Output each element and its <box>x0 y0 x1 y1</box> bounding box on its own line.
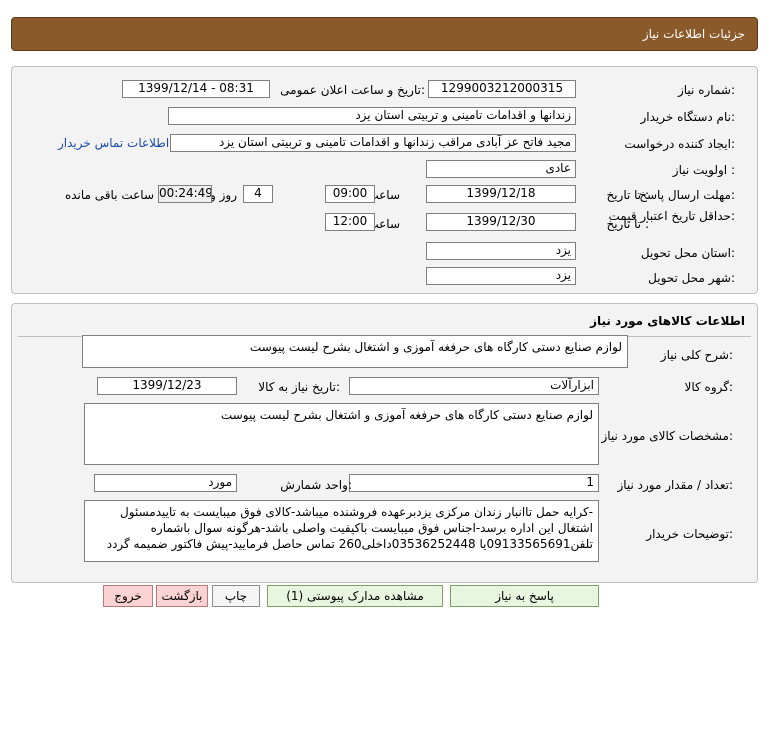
page-title: جزئیات اطلاعات نیاز <box>642 27 745 41</box>
goods-section-title: اطلاعات کالاهای مورد نیاز <box>590 314 745 328</box>
buyer-contact-link[interactable]: اطلاعات تماس خریدار <box>58 136 169 150</box>
deadline-date-field: 1399/12/18 <box>426 185 576 203</box>
buyer-field: زندانها و اقدامات تامینی و تربیتی استان … <box>168 107 576 125</box>
priority-label: اولویت نیاز : <box>672 163 735 177</box>
city-field: یزد <box>426 267 576 285</box>
announce-field: 1399/12/14 - 08:31 <box>122 80 270 98</box>
announce-label: تاریخ و ساعت اعلان عمومی: <box>280 83 425 97</box>
exit-button[interactable]: خروج <box>103 585 153 607</box>
validity-to-date-label: تا تاریخ : <box>606 217 649 231</box>
back-button[interactable]: بازگشت <box>156 585 208 607</box>
need-date-field: 1399/12/23 <box>97 377 237 395</box>
validity-time-field: 12:00 <box>325 213 375 231</box>
buyer-label: نام دستگاه خریدار: <box>640 110 736 124</box>
deadline-to-date-label: تا تاریخ : <box>606 188 649 202</box>
unit-field: مورد <box>94 474 237 492</box>
requester-field: مجید فاتح عز آبادی مراقب زندانها و اقدام… <box>170 134 576 152</box>
need-date-label: تاریخ نیاز به کالا: <box>258 380 340 394</box>
remaining-label: ساعت باقی مانده <box>64 188 154 202</box>
unit-label: واحد شمارش: <box>280 478 352 492</box>
goods-group-label: گروه کالا: <box>684 380 734 394</box>
view-attachments-button[interactable]: مشاهده مدارک پیوستی (1) <box>267 585 443 607</box>
days-label: روز و <box>210 188 237 202</box>
goods-group-field: ابزارآلات <box>349 377 599 395</box>
specs-label: مشخصات کالای مورد نیاز: <box>601 429 733 443</box>
need-number-field: 1299003212000315 <box>428 80 576 98</box>
deadline-time-field: 09:00 <box>325 185 375 203</box>
buyer-notes-line-1: -کرایه حمل تاانبار زندان مرکزی یزدبرعهده… <box>120 505 593 519</box>
page-header: جزئیات اطلاعات نیاز <box>11 17 758 51</box>
requester-label: ایجاد کننده درخواست: <box>624 137 735 151</box>
buyer-notes-line-2: اشتغال این اداره برسد-اجناس فوق میبایست … <box>150 521 593 535</box>
quantity-label: تعداد / مقدار مورد نیاز: <box>617 478 733 492</box>
need-number-label: شماره نیاز: <box>677 83 735 97</box>
general-desc-field: لوازم صنایع دستی کارگاه های حرفغه آموزی … <box>82 335 628 368</box>
print-button[interactable]: چاپ <box>212 585 260 607</box>
province-label: استان محل تحویل: <box>640 246 735 260</box>
validity-date-field: 1399/12/30 <box>426 213 576 231</box>
days-remaining-field: 4 <box>243 185 273 203</box>
specs-field: لوازم صنایع دستی کارگاه های حرفغه آموزی … <box>84 403 599 465</box>
city-label: شهر محل تحویل: <box>648 271 735 285</box>
buyer-notes-label: توضیحات خریدار: <box>646 527 733 541</box>
province-field: یزد <box>426 242 576 260</box>
priority-field: عادی <box>426 160 576 178</box>
need-info-panel: شماره نیاز: 1299003212000315 تاریخ و ساع… <box>11 66 758 294</box>
deadline-label: مهلت ارسال پاسخ: <box>639 188 735 202</box>
buyer-notes-field: -کرایه حمل تاانبار زندان مرکزی یزدبرعهده… <box>84 500 599 562</box>
quantity-field: 1 <box>349 474 599 492</box>
goods-panel: اطلاعات کالاهای مورد نیاز شرح کلی نیاز: … <box>11 303 758 583</box>
remaining-time-field: 00:24:49 <box>158 185 212 203</box>
reply-button[interactable]: پاسخ به نیاز <box>450 585 599 607</box>
general-desc-label: شرح کلی نیاز: <box>660 348 733 362</box>
buyer-notes-line-3: تلفن09133565691یا 03536252448داخلی260 تم… <box>106 537 593 551</box>
